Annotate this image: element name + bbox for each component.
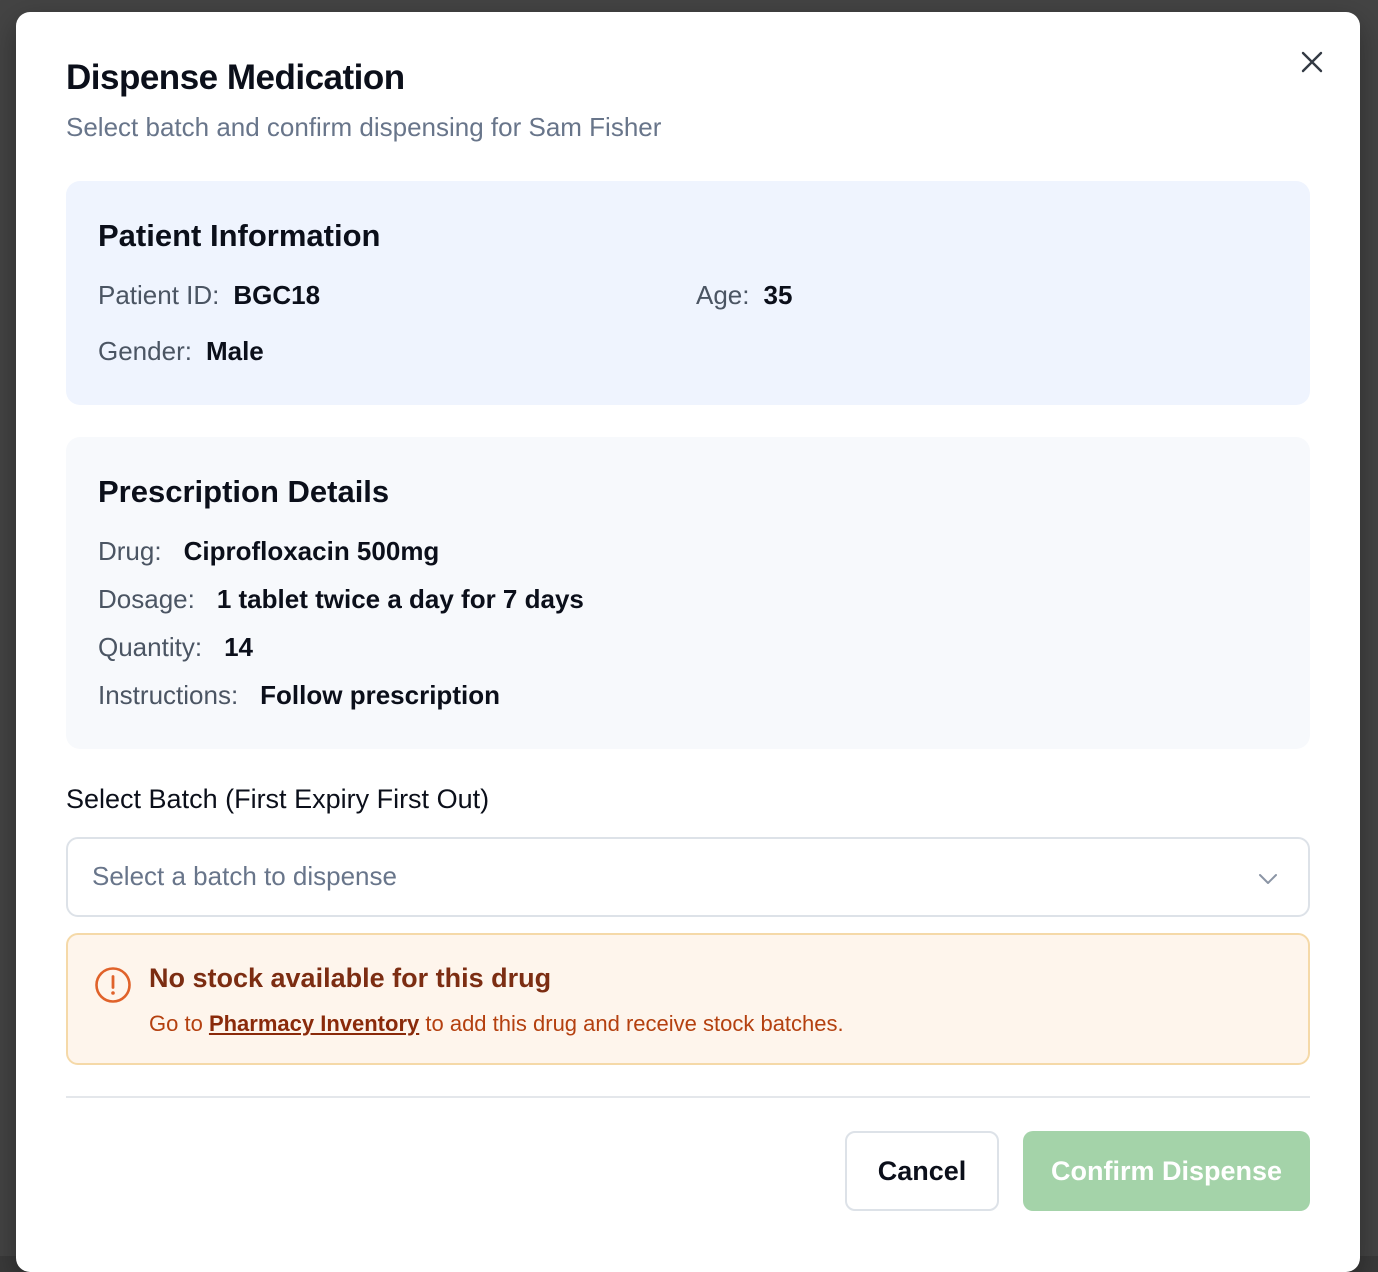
select-batch-label: Select Batch (First Expiry First Out) xyxy=(66,784,490,814)
instructions-value: Follow prescription xyxy=(260,680,500,710)
patient-id-label: Patient ID: xyxy=(98,280,220,310)
instructions-label: Instructions: xyxy=(98,680,239,710)
confirm-dispense-button[interactable]: Confirm Dispense xyxy=(1023,1131,1310,1211)
dialog-title: Dispense Medication xyxy=(66,58,405,97)
alert-message: Go to Pharmacy Inventory to add this dru… xyxy=(149,1011,844,1037)
close-icon xyxy=(1301,51,1323,73)
dosage-label: Dosage: xyxy=(98,584,195,614)
drug-row: Drug: Ciprofloxacin 500mg xyxy=(98,536,439,567)
instructions-row: Instructions: Follow prescription xyxy=(98,680,500,711)
patient-gender-row: Gender: Male xyxy=(98,336,264,367)
prescription-details-card: Prescription Details Drug: Ciprofloxacin … xyxy=(66,437,1310,749)
patient-age-value: 35 xyxy=(763,280,793,310)
patient-information-card: Patient Information Patient ID: BGC18 Age… xyxy=(66,181,1310,405)
drug-value: Ciprofloxacin 500mg xyxy=(183,536,440,566)
patient-gender-label: Gender: xyxy=(98,336,192,366)
dosage-row: Dosage: 1 tablet twice a day for 7 days xyxy=(98,584,584,615)
close-button[interactable] xyxy=(1298,48,1326,76)
quantity-value: 14 xyxy=(224,632,253,662)
patient-id-value: BGC18 xyxy=(233,280,321,310)
chevron-down-icon xyxy=(1259,874,1277,884)
prescription-details-title: Prescription Details xyxy=(98,474,390,509)
batch-select[interactable]: Select a batch to dispense xyxy=(66,837,1310,917)
no-stock-alert: No stock available for this drug Go to P… xyxy=(66,933,1310,1065)
batch-select-placeholder: Select a batch to dispense xyxy=(92,861,397,891)
dialog-subtitle: Select batch and confirm dispensing for … xyxy=(66,112,662,142)
dosage-value: 1 tablet twice a day for 7 days xyxy=(216,584,584,614)
patient-gender-value: Male xyxy=(205,336,264,366)
alert-title: No stock available for this drug xyxy=(149,963,552,993)
alert-message-prefix: Go to xyxy=(149,1011,203,1036)
alert-message-suffix: to add this drug and receive stock batch… xyxy=(425,1011,844,1036)
alert-circle-icon xyxy=(95,967,131,1003)
patient-age-label: Age: xyxy=(696,280,750,310)
footer-divider xyxy=(66,1096,1310,1098)
cancel-button[interactable]: Cancel xyxy=(845,1131,999,1211)
drug-label: Drug: xyxy=(98,536,162,566)
quantity-row: Quantity: 14 xyxy=(98,632,253,663)
pharmacy-inventory-link[interactable]: Pharmacy Inventory xyxy=(209,1011,419,1036)
quantity-label: Quantity: xyxy=(98,632,203,662)
patient-id-row: Patient ID: BGC18 xyxy=(98,280,320,311)
patient-age-row: Age: 35 xyxy=(696,280,792,311)
patient-information-title: Patient Information xyxy=(98,218,381,253)
dispense-medication-dialog: Dispense Medication Select batch and con… xyxy=(16,12,1360,1272)
